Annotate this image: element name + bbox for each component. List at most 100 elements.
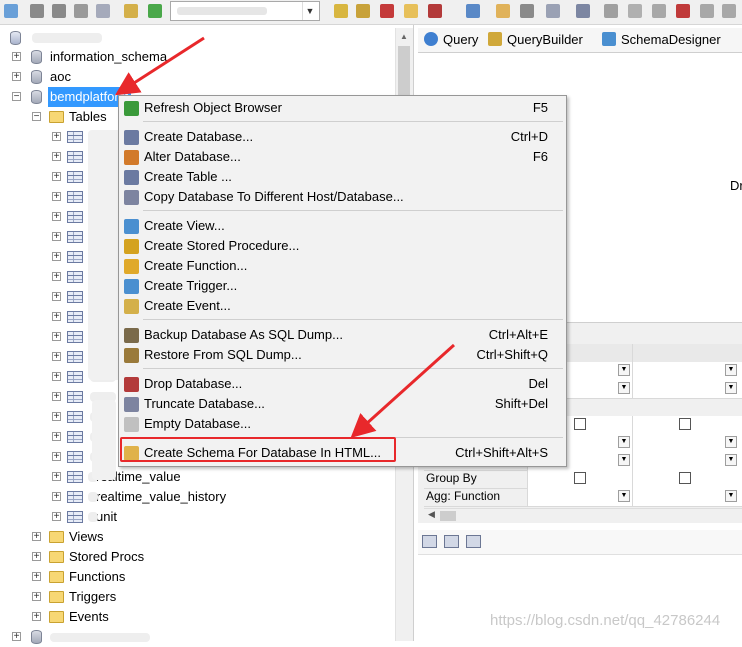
find-icon[interactable] bbox=[628, 4, 642, 18]
grid-cell[interactable]: ▼ bbox=[632, 380, 742, 398]
refresh-toolbar-icon[interactable] bbox=[148, 4, 162, 18]
result-grid-icon[interactable] bbox=[422, 535, 437, 548]
expand-icon[interactable]: + bbox=[52, 292, 61, 302]
expand-icon[interactable]: + bbox=[52, 432, 61, 442]
triggers-folder[interactable]: + Triggers bbox=[32, 587, 232, 607]
expand-icon[interactable]: + bbox=[52, 132, 61, 142]
views-folder[interactable]: + Views bbox=[32, 527, 232, 547]
scroll-left-icon[interactable]: ◀ bbox=[428, 509, 435, 520]
tab-querybuilder[interactable]: QueryBuilder bbox=[488, 31, 583, 49]
play-icon[interactable] bbox=[30, 4, 44, 18]
expand-icon[interactable]: + bbox=[52, 352, 61, 362]
menu-item-create-table[interactable]: Create Table ... bbox=[119, 167, 566, 187]
chevron-down-icon[interactable]: ▼ bbox=[618, 364, 630, 376]
menu-item-create-view[interactable]: Create View... bbox=[119, 216, 566, 236]
chevron-down-icon[interactable]: ▼ bbox=[725, 364, 737, 376]
chevron-down-icon[interactable]: ▼ bbox=[725, 382, 737, 394]
expand-icon[interactable]: + bbox=[52, 232, 61, 242]
checkbox[interactable] bbox=[574, 418, 586, 430]
expand-icon[interactable]: + bbox=[12, 52, 21, 62]
data-sync-icon[interactable] bbox=[356, 4, 370, 18]
menu-item-copy-database[interactable]: Copy Database To Different Host/Database… bbox=[119, 187, 566, 207]
menu-item-restore[interactable]: Restore From SQL Dump... Ctrl+Shift+Q bbox=[119, 345, 566, 365]
expand-icon[interactable]: + bbox=[52, 192, 61, 202]
menu-item-create-trigger[interactable]: Create Trigger... bbox=[119, 276, 566, 296]
expand-icon[interactable]: + bbox=[52, 312, 61, 322]
grid-cell[interactable]: ▼ bbox=[632, 488, 742, 506]
expand-icon[interactable]: + bbox=[52, 512, 61, 522]
database-node[interactable]: + information_schema bbox=[12, 47, 402, 67]
database-node[interactable]: + bbox=[12, 627, 212, 647]
tab-query[interactable]: Query bbox=[424, 31, 478, 49]
table-node[interactable]: + realtime_value bbox=[52, 467, 252, 487]
menu-item-drop-database[interactable]: Drop Database... Del bbox=[119, 374, 566, 394]
expand-icon[interactable]: + bbox=[52, 372, 61, 382]
result-form-icon[interactable] bbox=[466, 535, 481, 548]
expand-icon[interactable]: + bbox=[32, 552, 41, 562]
chevron-down-icon[interactable]: ▼ bbox=[618, 454, 630, 466]
expand-icon[interactable]: + bbox=[52, 492, 61, 502]
expand-icon[interactable]: + bbox=[52, 452, 61, 462]
menu-item-refresh[interactable]: Refresh Object Browser F5 bbox=[119, 98, 566, 118]
collapse-icon[interactable]: − bbox=[12, 92, 21, 102]
play-all-icon[interactable] bbox=[52, 4, 66, 18]
expand-icon[interactable]: + bbox=[32, 612, 41, 622]
options-icon[interactable] bbox=[466, 4, 480, 18]
menu-item-empty-database[interactable]: Empty Database... bbox=[119, 414, 566, 434]
checkbox[interactable] bbox=[679, 418, 691, 430]
expand-icon[interactable]: + bbox=[32, 532, 41, 542]
expand-icon[interactable]: + bbox=[12, 632, 21, 642]
chevron-down-icon[interactable]: ▼ bbox=[725, 454, 737, 466]
table-node[interactable]: + realtime_value_history bbox=[52, 487, 252, 507]
chevron-down-icon[interactable]: ▼ bbox=[618, 490, 630, 502]
chevron-down-icon[interactable]: ▼ bbox=[618, 382, 630, 394]
table-node[interactable]: + unit bbox=[52, 507, 252, 527]
user-icon[interactable] bbox=[576, 4, 590, 18]
expand-icon[interactable]: + bbox=[52, 152, 61, 162]
expand-icon[interactable]: + bbox=[52, 332, 61, 342]
grid-horizontal-scrollbar[interactable]: ◀ bbox=[424, 508, 742, 523]
grid-cell[interactable]: ▼ bbox=[632, 362, 742, 380]
functions-folder[interactable]: + Functions bbox=[32, 567, 232, 587]
menu-item-alter-database[interactable]: Alter Database... F6 bbox=[119, 147, 566, 167]
grid-cell[interactable]: ▼ bbox=[527, 488, 632, 506]
menu-item-backup[interactable]: Backup Database As SQL Dump... Ctrl+Alt+E bbox=[119, 325, 566, 345]
menu-item-truncate-database[interactable]: Truncate Database... Shift+Del bbox=[119, 394, 566, 414]
backup-toolbar-icon[interactable] bbox=[428, 4, 442, 18]
grid-cell[interactable]: ▼ bbox=[632, 434, 742, 452]
grid-cell[interactable] bbox=[527, 470, 632, 488]
chevron-down-icon[interactable]: ▼ bbox=[725, 436, 737, 448]
menu-item-create-procedure[interactable]: Create Stored Procedure... bbox=[119, 236, 566, 256]
window-icon[interactable] bbox=[652, 4, 666, 18]
wizard-icon[interactable] bbox=[124, 4, 138, 18]
expand-icon[interactable]: + bbox=[52, 212, 61, 222]
db-toolbar-icon[interactable] bbox=[546, 4, 560, 18]
format-icon[interactable] bbox=[520, 4, 534, 18]
grid-cell[interactable] bbox=[632, 470, 742, 488]
chevron-down-icon[interactable]: ▼ bbox=[725, 490, 737, 502]
checkbox[interactable] bbox=[679, 472, 691, 484]
checkbox[interactable] bbox=[574, 472, 586, 484]
result-text-icon[interactable] bbox=[444, 535, 459, 548]
connect-icon[interactable] bbox=[4, 4, 18, 18]
import-icon[interactable] bbox=[380, 4, 394, 18]
table-view-icon[interactable] bbox=[96, 4, 110, 18]
grid-cell[interactable]: ▼ bbox=[632, 452, 742, 470]
expand-icon[interactable]: + bbox=[52, 252, 61, 262]
database-selector[interactable]: ▼ bbox=[170, 1, 320, 21]
expand-icon[interactable]: + bbox=[52, 272, 61, 282]
mail-icon[interactable] bbox=[404, 4, 418, 18]
expand-icon[interactable]: + bbox=[52, 172, 61, 182]
tile-icon[interactable] bbox=[722, 4, 736, 18]
expand-icon[interactable]: + bbox=[12, 72, 21, 82]
expand-icon[interactable]: + bbox=[32, 592, 41, 602]
database-node[interactable]: + aoc bbox=[12, 67, 402, 87]
table-toolbar-icon[interactable] bbox=[604, 4, 618, 18]
expand-icon[interactable]: + bbox=[52, 392, 61, 402]
schema-sync-icon[interactable] bbox=[334, 4, 348, 18]
stored-procs-folder[interactable]: + Stored Procs bbox=[32, 547, 232, 567]
collapse-icon[interactable]: − bbox=[32, 112, 41, 122]
grid-cell[interactable] bbox=[632, 416, 742, 434]
scroll-up-icon[interactable]: ▲ bbox=[400, 32, 408, 41]
scrollbar-thumb[interactable] bbox=[440, 511, 456, 521]
